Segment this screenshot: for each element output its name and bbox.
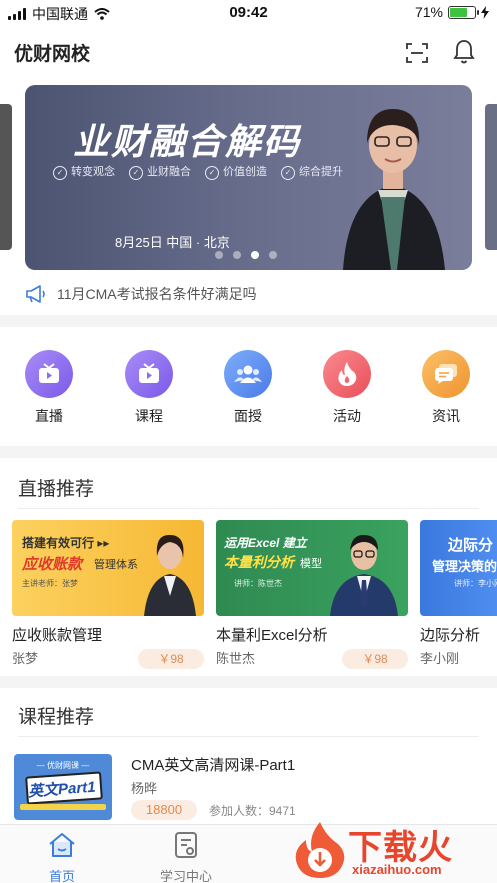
- thumb-text: 本量利分析: [224, 554, 294, 570]
- live-card[interactable]: 边际分 管理决策的 讲师：李小刚 边际分析 李小刚: [420, 520, 497, 666]
- status-right: 71%: [415, 4, 489, 20]
- quick-nav-live[interactable]: 直播: [14, 350, 84, 426]
- quick-nav-inperson[interactable]: 面授: [213, 350, 283, 426]
- tab-label: 学习中心: [159, 869, 212, 883]
- people-icon: [224, 350, 272, 398]
- quick-nav-news[interactable]: 资讯: [411, 350, 481, 426]
- notice-text: 11月CMA考试报名条件好满足吗: [57, 286, 257, 302]
- section-divider: [0, 315, 497, 327]
- banner-tag: 价值创造: [205, 163, 267, 180]
- live-card-thumb: 边际分 管理决策的 讲师：李小刚: [420, 520, 497, 616]
- tab-home[interactable]: 首页: [22, 831, 102, 883]
- scan-icon[interactable]: [404, 40, 430, 66]
- page-title: 优财网校: [14, 44, 91, 65]
- quick-nav-events[interactable]: 活动: [312, 350, 382, 426]
- bell-icon[interactable]: [452, 38, 476, 66]
- live-card-name: 边际分析: [420, 627, 481, 644]
- thumb-caption: 讲师：陈世杰: [234, 579, 282, 588]
- tv-icon: [125, 350, 173, 398]
- quick-nav-label: 直播: [35, 408, 63, 424]
- quick-nav-course[interactable]: 课程: [114, 350, 184, 426]
- live-card-name: 应收账款管理: [12, 627, 103, 644]
- course-price: 18800: [131, 800, 197, 820]
- live-card[interactable]: 搭建有效可行 ▸▸ 应收账款 管理体系 主讲老师：张梦 应收账款管理 张梦 ￥9…: [12, 520, 204, 669]
- notice-bar[interactable]: 11月CMA考试报名条件好满足吗: [25, 283, 257, 305]
- quick-nav: 直播 课程 面授 活动 资讯: [0, 350, 497, 430]
- watermark-url: xiazaihuo.com: [352, 862, 442, 877]
- thumb-text: 模型: [300, 558, 322, 570]
- charging-icon: [481, 5, 489, 19]
- thumb-text: 管理决策的: [432, 559, 497, 574]
- live-card-thumb: 搭建有效可行 ▸▸ 应收账款 管理体系 主讲老师：张梦: [12, 520, 204, 616]
- flame-logo-icon: [295, 822, 345, 878]
- course-thumb[interactable]: — 优财网课 — 英文Part1: [14, 754, 112, 820]
- app-root: 中国联通 09:42 71% 优财网校 业财融合解码 ✓ 转变观念 ✓ 业财融合…: [0, 0, 497, 883]
- banner-headline: 业财融合解码: [73, 121, 302, 162]
- live-card-name: 本量利Excel分析: [216, 627, 328, 644]
- banner-tag: 业财融合: [129, 163, 191, 180]
- section-divider: [0, 676, 497, 688]
- tv-icon: [25, 350, 73, 398]
- banner-next-peek[interactable]: [485, 104, 497, 250]
- watermark: 下载火 xiazaihuo.com: [290, 818, 495, 883]
- banner-tag: 转变观念: [53, 163, 115, 180]
- course-section-title: 课程推荐: [18, 707, 95, 728]
- pagination-dot[interactable]: [269, 251, 277, 259]
- live-section-title: 直播推荐: [18, 479, 95, 500]
- quick-nav-label: 资讯: [432, 408, 460, 424]
- course-enrolled: 参加人数：9471: [209, 804, 296, 818]
- chat-icon: [422, 350, 470, 398]
- home-icon: [49, 833, 75, 857]
- quick-nav-label: 课程: [135, 408, 163, 424]
- document-icon: [175, 832, 197, 858]
- banner-prev-peek[interactable]: [0, 104, 12, 250]
- pagination-dot[interactable]: [233, 251, 241, 259]
- live-card-price: ￥98: [138, 649, 204, 669]
- battery-icon: [448, 5, 479, 19]
- thumb-caption: — 优财网课 —: [36, 761, 90, 770]
- live-card-price: ￥98: [342, 649, 408, 669]
- thumb-text: 应收账款: [22, 556, 83, 573]
- thumb-caption: 主讲老师：张梦: [22, 579, 78, 588]
- app-header: 优财网校: [0, 34, 497, 70]
- speaker-photo: [343, 109, 445, 270]
- tab-study-center[interactable]: 学习中心: [146, 831, 226, 883]
- section-divider: [0, 446, 497, 458]
- banner-tags: 转变观念 业财融合 价值创造 综合提升: [53, 163, 343, 180]
- tab-label: 首页: [48, 869, 75, 883]
- course-teacher: 杨晔: [131, 781, 158, 796]
- thumb-text: 边际分: [448, 537, 494, 554]
- teacher-photo: [144, 534, 196, 616]
- quick-nav-label: 面授: [234, 408, 262, 424]
- banner-pagination[interactable]: [215, 251, 277, 259]
- thumb-text: 管理体系: [94, 559, 138, 571]
- flame-icon: [323, 350, 371, 398]
- quick-nav-label: 活动: [333, 408, 361, 424]
- banner-event: 8月25日 中国 · 北京: [115, 235, 230, 250]
- live-card-teacher: 陈世杰: [216, 651, 256, 666]
- pagination-dot[interactable]: [251, 251, 259, 259]
- thumb-text: 搭建有效可行 ▸▸: [22, 536, 110, 550]
- status-bar: 中国联通 09:42 71%: [0, 0, 497, 26]
- live-card[interactable]: 运用Excel 建立 本量利分析 模型 讲师：陈世杰 本量利Excel分析 陈世…: [216, 520, 408, 669]
- promo-banner[interactable]: 业财融合解码 转变观念 业财融合 价值创造 综合提升 8月25日 中国 · 北京: [25, 85, 472, 270]
- section-line: [18, 508, 479, 509]
- teacher-photo: [330, 534, 398, 616]
- battery-percent: 71%: [414, 4, 443, 20]
- megaphone-icon: [26, 285, 45, 303]
- thumb-caption: 讲师：李小刚: [454, 579, 497, 588]
- section-line: [18, 736, 479, 737]
- live-card-teacher: 张梦: [12, 651, 39, 666]
- thumb-text: 运用Excel 建立: [224, 536, 307, 550]
- live-card-thumb: 运用Excel 建立 本量利分析 模型 讲师：陈世杰: [216, 520, 408, 616]
- live-card-teacher: 李小刚: [420, 651, 460, 666]
- course-name[interactable]: CMA英文高清网课-Part1: [131, 754, 295, 775]
- pagination-dot[interactable]: [215, 251, 223, 259]
